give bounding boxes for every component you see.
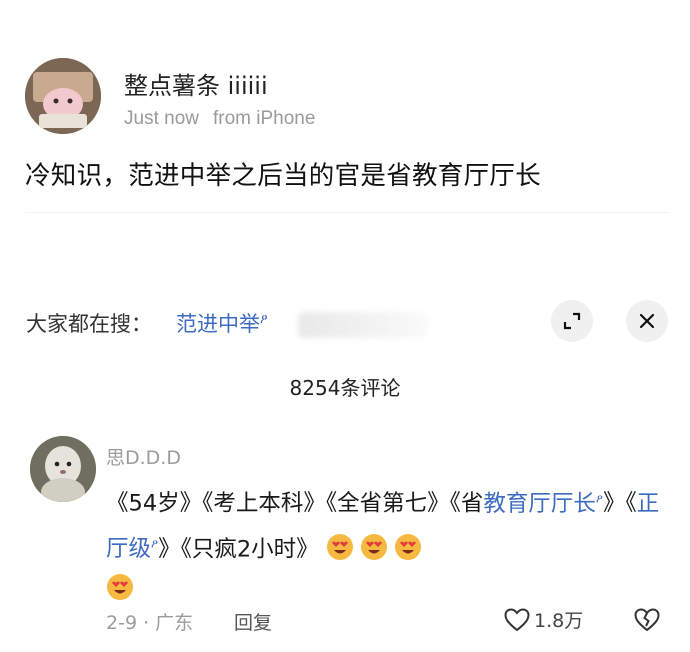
avatar-image (30, 436, 96, 502)
avatar-image (25, 58, 101, 134)
heart-icon (504, 607, 530, 631)
comments-count: 8254条评论 (289, 376, 401, 400)
post-text: 冷知识，范进中举之后当的官是省教育厅厅长 (25, 161, 542, 191)
post-author-avatar[interactable] (25, 58, 101, 134)
like-count: 1.8万 (534, 610, 584, 632)
post-source: from iPhone (212, 108, 316, 129)
dislike-button[interactable] (634, 608, 660, 636)
comment-text: 《54岁》《考上本科》《全省第七》《省教育厅厅长ዖ》《正厅级ዖ》《只疯2小时》 (106, 478, 666, 609)
comment-text-part: 》《 (602, 490, 637, 517)
search-icon: ዖ (260, 312, 268, 327)
blurred-region (298, 312, 428, 338)
comment-date-location: 2-9 · 广东 (106, 612, 194, 634)
comment-link-tag[interactable]: 教育厅厅长ዖ (483, 491, 603, 517)
comment-text-part: 《54岁》《考上本科》《全省第七》《省 (106, 490, 484, 517)
reply-button[interactable]: 回复 (234, 608, 272, 635)
post-time: Just now (124, 108, 199, 129)
heart-eyes-emoji-icon (107, 574, 133, 600)
close-icon (639, 313, 655, 329)
search-suggestion-link[interactable]: 范进中举ዖ (176, 308, 268, 338)
heart-eyes-emoji-icon (326, 534, 353, 560)
heart-eyes-emoji-icon (394, 534, 421, 560)
post-meta: Just now from iPhone (124, 108, 315, 130)
expand-button[interactable] (551, 300, 593, 342)
comment-author-name[interactable]: 思D.D.D (106, 443, 181, 470)
search-suggestion-prefix: 大家都在搜： (26, 312, 152, 336)
comment-link-text: 教育厅厅长 (483, 490, 596, 517)
search-icon: ዖ (595, 491, 603, 505)
heart-eyes-emoji-icon (360, 534, 387, 560)
broken-heart-icon (634, 608, 660, 632)
comment-text-part: 》《只疯2小时》 (158, 536, 319, 562)
like-button[interactable]: 1.8万 (504, 606, 583, 633)
post-author-name[interactable]: 整点薯条 iiiiii (124, 66, 268, 101)
comment-author-avatar[interactable] (30, 436, 96, 502)
post-divider (25, 212, 670, 213)
search-suggestion-query: 范进中举 (176, 312, 260, 336)
expand-icon (563, 312, 581, 330)
close-button[interactable] (626, 300, 668, 342)
